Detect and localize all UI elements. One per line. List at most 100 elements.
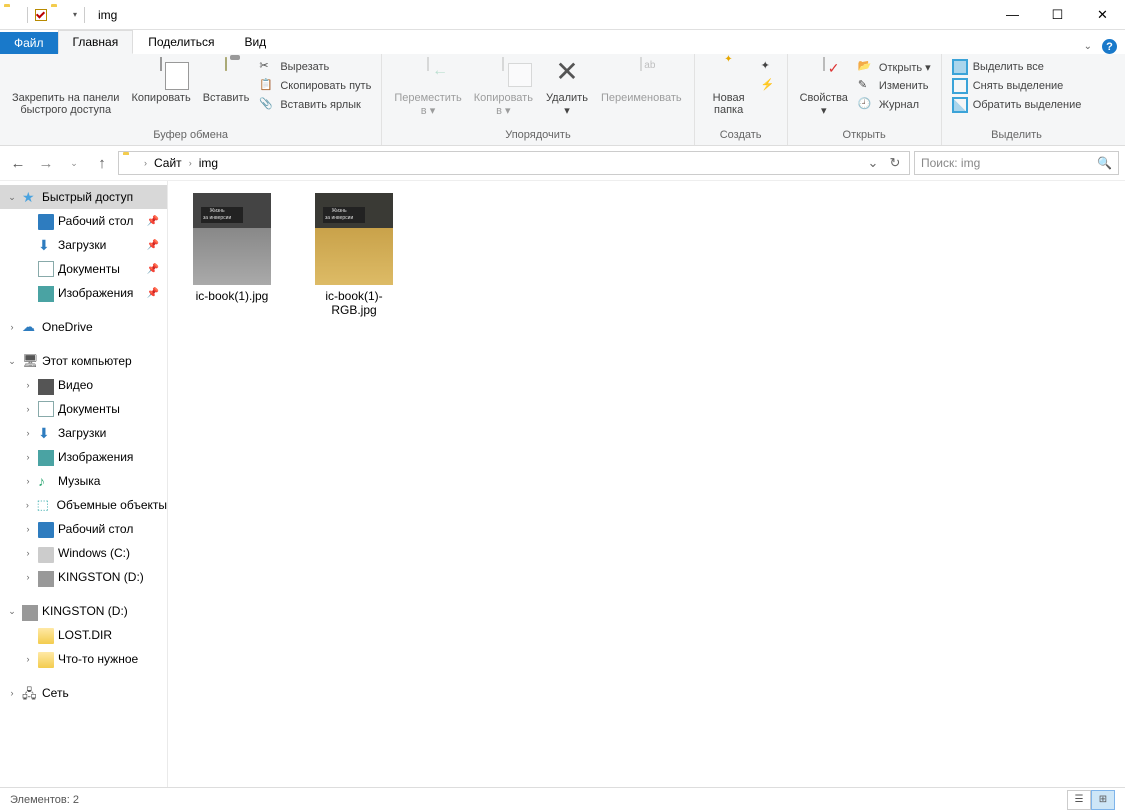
file-item[interactable]: ic-book(1).jpg — [186, 193, 278, 303]
newitem-button[interactable]: ✦ — [757, 58, 781, 76]
pictures-icon — [38, 450, 54, 466]
star-icon: ★ — [22, 189, 38, 205]
tab-view[interactable]: Вид — [229, 30, 281, 54]
paste-button[interactable]: Вставить — [197, 56, 256, 106]
rename-button[interactable]: Переименовать — [595, 56, 688, 106]
desktop-icon — [38, 522, 54, 538]
copyto-button[interactable]: Копировать в ▾ — [468, 56, 539, 119]
qat-separator — [27, 7, 28, 23]
nav-music[interactable]: ›♪Музыка — [0, 469, 167, 493]
open-button[interactable]: 📂Открыть ▾ — [854, 58, 935, 76]
moveto-icon — [412, 58, 444, 90]
edit-button[interactable]: ✎Изменить — [854, 77, 935, 95]
address-chevron-1-icon[interactable]: › — [187, 158, 194, 168]
collapse-ribbon-icon[interactable]: ⌄ — [1084, 41, 1092, 52]
chevron-down-icon[interactable]: ⌄ — [6, 356, 18, 367]
recent-dropdown-icon[interactable]: ⌄ — [62, 151, 86, 175]
help-icon[interactable]: ? — [1102, 39, 1117, 54]
view-icons-button[interactable]: ⊞ — [1091, 790, 1115, 810]
content-pane[interactable]: ic-book(1).jpg ic-book(1)-RGB.jpg — [168, 181, 1125, 787]
copypath-button[interactable]: 📋Скопировать путь — [255, 77, 375, 95]
selectnone-button[interactable]: Снять выделение — [948, 77, 1086, 95]
app-folder-icon — [4, 7, 20, 23]
nav-desktop-pc[interactable]: ›Рабочий стол — [0, 517, 167, 541]
chevron-down-icon[interactable]: ⌄ — [6, 192, 18, 203]
nav-this-pc[interactable]: ⌄🖥Этот компьютер — [0, 349, 167, 373]
nav-desktop[interactable]: Рабочий стол📌 — [0, 209, 167, 233]
documents-icon — [38, 261, 54, 277]
nav-3dobjects[interactable]: ›⬚Объемные объекты — [0, 493, 167, 517]
nav-network[interactable]: ›🖧Сеть — [0, 681, 167, 705]
usb-icon — [38, 571, 54, 587]
forward-button[interactable]: → — [34, 151, 58, 175]
group-clipboard-label: Буфер обмена — [6, 127, 375, 143]
address-root-chevron-icon[interactable]: › — [142, 158, 149, 168]
nav-pictures-pc[interactable]: ›Изображения — [0, 445, 167, 469]
newfolder-button[interactable]: Новая папка — [701, 56, 757, 118]
copy-button[interactable]: Копировать — [125, 56, 196, 106]
qat-properties-icon[interactable] — [35, 9, 47, 21]
pastelink-button[interactable]: 📎Вставить ярлык — [255, 96, 375, 114]
delete-button[interactable]: ✕Удалить ▾ — [539, 56, 595, 119]
pin-icon: 📌 — [147, 264, 167, 275]
nav-lostdir[interactable]: LOST.DIR — [0, 623, 167, 647]
view-details-button[interactable]: ☰ — [1067, 790, 1091, 810]
address-seg-2[interactable]: img — [197, 156, 220, 170]
nav-downloads-pc[interactable]: ›⬇Загрузки — [0, 421, 167, 445]
nav-pictures[interactable]: Изображения📌 — [0, 281, 167, 305]
chevron-down-icon[interactable]: ⌄ — [6, 606, 18, 617]
easyaccess-icon: ⚡ — [761, 78, 777, 94]
nav-disk-d[interactable]: ›KINGSTON (D:) — [0, 565, 167, 589]
chevron-right-icon[interactable]: › — [6, 688, 18, 698]
nav-disk-c[interactable]: ›Windows (C:) — [0, 541, 167, 565]
nav-video[interactable]: ›Видео — [0, 373, 167, 397]
qat-dropdown-icon[interactable]: ▾ — [73, 10, 77, 19]
history-button[interactable]: 🕘Журнал — [854, 96, 935, 114]
search-input[interactable]: Поиск: img 🔍 — [914, 151, 1119, 175]
properties-button[interactable]: Свойства ▾ — [794, 56, 854, 119]
pictures-icon — [38, 286, 54, 302]
up-button[interactable]: ↑ — [90, 151, 114, 175]
newfolder-icon — [713, 58, 745, 90]
selectinvert-button[interactable]: Обратить выделение — [948, 96, 1086, 114]
tab-file[interactable]: Файл — [0, 32, 58, 54]
selectnone-icon — [952, 78, 968, 94]
nav-downloads[interactable]: ⬇Загрузки📌 — [0, 233, 167, 257]
video-icon — [38, 379, 54, 395]
status-bar: Элементов: 2 ☰ ⊞ — [0, 787, 1125, 811]
back-button[interactable]: ← — [6, 151, 30, 175]
nav-quick-access[interactable]: ⌄★Быстрый доступ — [0, 185, 167, 209]
pin-icon: 📌 — [147, 216, 167, 227]
chevron-right-icon[interactable]: › — [6, 322, 18, 332]
file-thumbnail — [315, 193, 393, 285]
maximize-button[interactable]: ☐ — [1035, 0, 1080, 30]
tab-share[interactable]: Поделиться — [133, 30, 229, 54]
moveto-button[interactable]: Переместить в ▾ — [388, 56, 467, 119]
pin-quickaccess-button[interactable]: Закрепить на панели быстрого доступа — [6, 56, 125, 118]
nav-onedrive[interactable]: ›☁OneDrive — [0, 315, 167, 339]
tab-home[interactable]: Главная — [58, 30, 134, 54]
history-icon: 🕘 — [858, 97, 874, 113]
file-item[interactable]: ic-book(1)-RGB.jpg — [308, 193, 400, 317]
folder-icon — [38, 628, 54, 644]
cut-button[interactable]: ✂Вырезать — [255, 58, 375, 76]
documents-icon — [38, 401, 54, 417]
address-seg-1[interactable]: Сайт — [152, 156, 184, 170]
minimize-button[interactable]: — — [990, 0, 1035, 30]
desktop-icon — [38, 214, 54, 230]
nav-kingston-d[interactable]: ⌄KINGSTON (D:) — [0, 599, 167, 623]
selectall-button[interactable]: Выделить все — [948, 58, 1086, 76]
address-dropdown-icon[interactable]: ⌄ — [863, 155, 883, 171]
delete-icon: ✕ — [551, 58, 583, 90]
easyaccess-button[interactable]: ⚡ — [757, 77, 781, 95]
address-bar[interactable]: › Сайт › img ⌄ ↻ — [118, 151, 910, 175]
refresh-icon[interactable]: ↻ — [885, 155, 905, 171]
open-icon: 📂 — [858, 59, 874, 75]
nav-something[interactable]: ›Что-то нужное — [0, 647, 167, 671]
qat-newfolder-icon[interactable] — [51, 7, 67, 23]
nav-documents[interactable]: Документы📌 — [0, 257, 167, 281]
nav-documents-pc[interactable]: ›Документы — [0, 397, 167, 421]
pin-icon — [50, 58, 82, 90]
pin-label: Закрепить на панели быстрого доступа — [12, 92, 119, 116]
close-button[interactable]: ✕ — [1080, 0, 1125, 30]
